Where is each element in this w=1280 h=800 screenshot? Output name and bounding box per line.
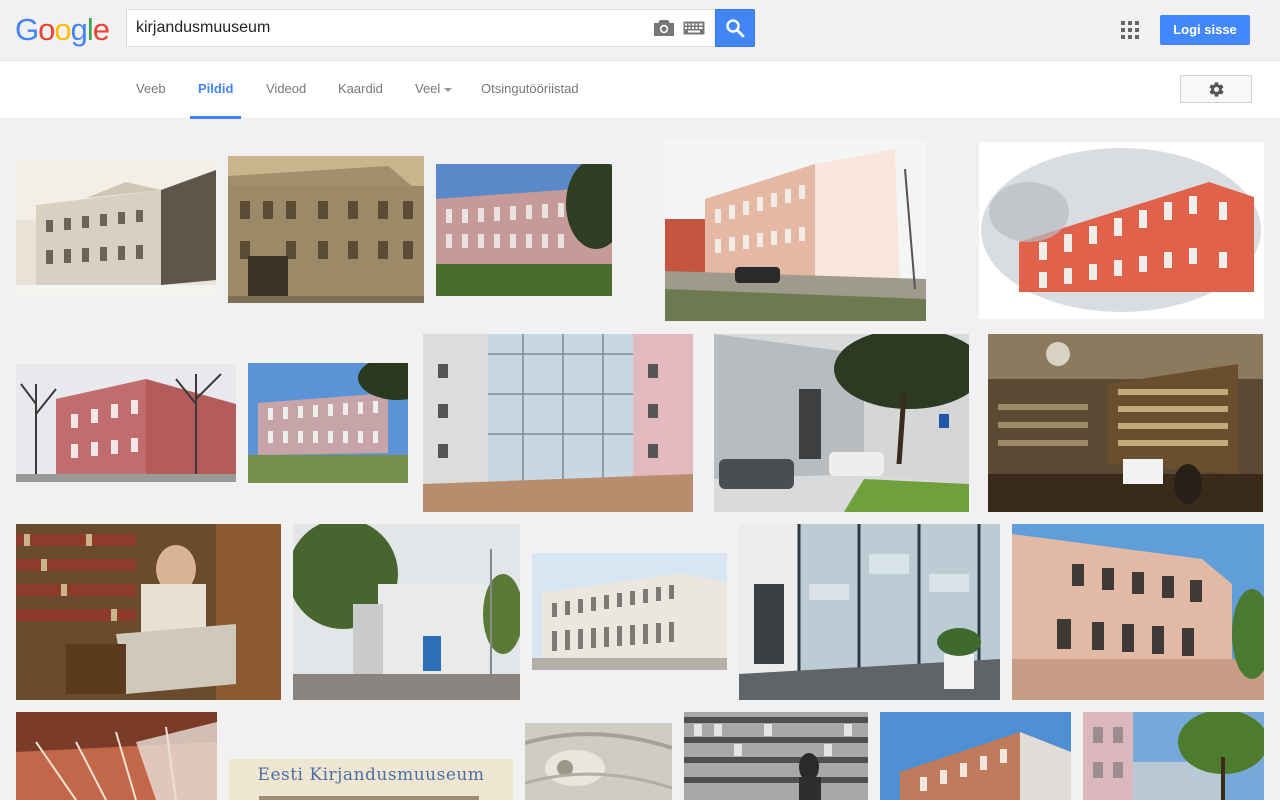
tab-label: Veeb (136, 81, 166, 96)
tab-images[interactable]: Pildid (190, 61, 242, 119)
sign-in-button[interactable]: Logi sisse (1160, 15, 1250, 45)
logo-letter: G (15, 12, 39, 47)
search-box[interactable] (126, 9, 714, 47)
tab-label: Pildid (198, 81, 234, 96)
image-result[interactable] (1012, 524, 1264, 700)
search-icon (726, 19, 745, 38)
image-result[interactable] (714, 334, 969, 512)
search-tabs-bar: Veeb Pildid Videod Kaardid Veel Otsingut… (0, 60, 1280, 119)
image-result[interactable] (880, 712, 1071, 800)
image-result[interactable] (16, 364, 236, 482)
image-results-grid: Eesti Kirjandusmuuseum (0, 120, 1280, 800)
image-result[interactable] (16, 524, 281, 700)
camera-icon[interactable] (653, 19, 675, 37)
logo-letter: e (92, 12, 110, 47)
logo-letter: o (54, 12, 71, 47)
tab-web[interactable]: Veeb (136, 61, 166, 119)
tab-maps[interactable]: Kaardid (338, 61, 383, 119)
image-result[interactable]: Eesti Kirjandusmuuseum (229, 759, 513, 800)
banner-stripe (259, 796, 479, 800)
image-result[interactable] (739, 524, 1000, 700)
image-result[interactable] (684, 712, 868, 800)
search-input[interactable] (136, 10, 636, 46)
logo-letter: o (38, 12, 55, 47)
image-result[interactable] (293, 524, 520, 700)
tab-more[interactable]: Veel (415, 61, 453, 119)
search-button[interactable] (715, 9, 755, 47)
settings-button[interactable] (1180, 75, 1252, 103)
image-result[interactable] (665, 139, 926, 321)
tab-videos[interactable]: Videod (266, 61, 306, 119)
image-result[interactable] (436, 164, 612, 296)
apps-grid-icon[interactable] (1121, 21, 1139, 39)
image-result[interactable] (228, 156, 424, 303)
image-result[interactable] (16, 712, 217, 800)
image-result[interactable] (532, 553, 727, 670)
logo-letter: g (70, 12, 88, 47)
tab-search-tools[interactable]: Otsingutööriistad (481, 61, 579, 119)
image-result[interactable] (988, 334, 1263, 512)
image-result[interactable] (525, 723, 672, 800)
tab-label: Kaardid (338, 81, 383, 96)
chevron-down-icon (444, 87, 453, 92)
active-tab-underline (190, 116, 242, 119)
gear-icon (1209, 82, 1224, 97)
image-result[interactable] (423, 334, 693, 512)
tab-label: Otsingutööriistad (481, 81, 579, 96)
image-result[interactable] (16, 160, 216, 300)
tab-label: Veel (415, 81, 441, 96)
header-bar: Google Logi sisse (0, 0, 1280, 60)
image-result[interactable] (1083, 712, 1264, 800)
tab-label: Videod (266, 81, 307, 96)
keyboard-icon[interactable] (683, 21, 705, 35)
image-result[interactable] (979, 142, 1264, 319)
image-result[interactable] (248, 363, 408, 483)
banner-text: Eesti Kirjandusmuuseum (257, 765, 485, 785)
google-logo[interactable]: Google (15, 12, 110, 48)
